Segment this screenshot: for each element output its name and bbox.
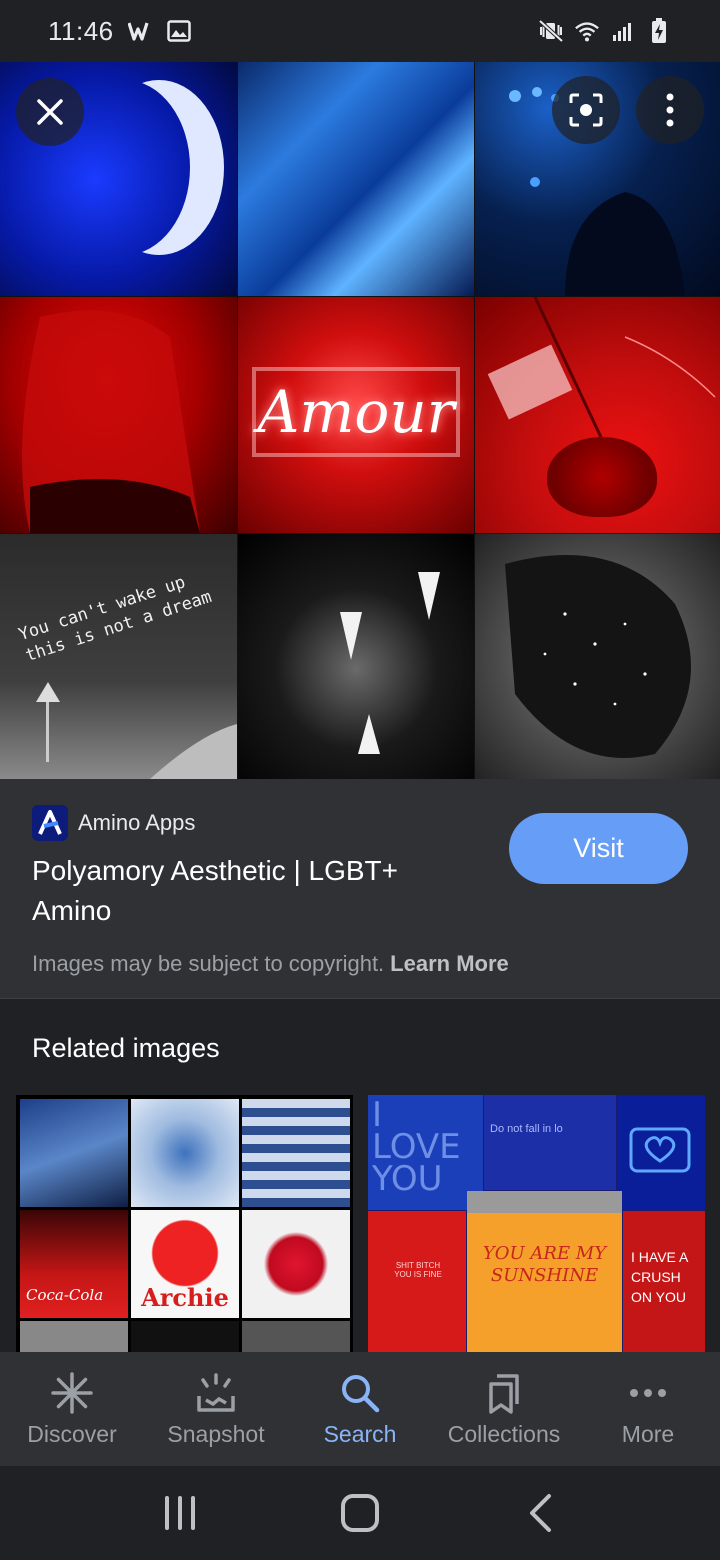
w-app-icon [127,18,154,44]
mini-sunshine: YOU ARE MY SUNSHINE [467,1191,622,1352]
mini-crush: I HAVE A CRUSH ON YOU [623,1211,705,1352]
home-icon [341,1494,379,1532]
cola-label: Coca-Cola [26,1286,104,1304]
related-image-2[interactable]: I LOVE YOU Do not fall in lo SHIT BITCH … [368,1095,705,1352]
neon-sign-text: Amour [252,367,460,457]
archie-label: Archie [141,1283,229,1312]
lens-icon [569,93,603,127]
more-vert-icon [666,93,674,127]
recents-icon [165,1496,195,1530]
status-bar: 11:46 [0,0,720,62]
bear-text: SHIT BITCH YOU IS FINE [394,1261,442,1279]
signal-icon [610,18,636,44]
wifi-icon [574,18,600,44]
mini-cola: Coca-Cola [20,1210,128,1318]
mini-love-you: I LOVE YOU [368,1095,483,1210]
visit-button[interactable]: Visit [509,813,688,884]
status-right-icons [538,18,672,44]
love-line3: YOU [372,1159,443,1199]
result-info-panel: Amino Apps Polyamory Aesthetic | LGBT+ A… [0,779,720,999]
status-time: 11:46 [48,15,114,46]
back-button[interactable] [510,1483,570,1543]
battery-charging-icon [646,18,672,44]
nav-snapshot[interactable]: Snapshot [144,1352,288,1466]
nav-label-collections: Collections [447,1420,561,1447]
nav-label-snapshot: Snapshot [167,1420,265,1447]
fall-text: Do not fall in lo [490,1123,563,1135]
fang-left [340,612,362,660]
mini-red-bear: SHIT BITCH YOU IS FINE [368,1211,466,1352]
sunshine-text: YOU ARE MY SUNSHINE [482,1243,607,1286]
source-name: Amino Apps [78,810,196,835]
mini-bw-2 [131,1321,239,1352]
collage-tile-red-figure [0,297,237,533]
search-icon [338,1371,382,1415]
bottom-navigation: Discover Snapshot Search Collections Mor… [0,1352,720,1466]
more-horiz-icon [626,1371,670,1415]
source-row[interactable]: Amino Apps [32,805,195,841]
system-navigation-bar [0,1466,720,1560]
back-icon [530,1494,551,1532]
bookmarks-icon [482,1371,526,1415]
nav-search[interactable]: Search [288,1352,432,1466]
collage-tile-dream-road: You can't wake up this is not a dream [0,534,237,779]
copyright-text: Images may be subject to copyright. [32,951,385,976]
copyright-notice: Images may be subject to copyright. Learn… [32,951,509,977]
mini-car [20,1099,128,1207]
fang-right [418,572,440,620]
collage-tile-amour-neon: Amour [238,297,474,533]
learn-more-link[interactable]: Learn More [390,951,509,976]
related-images-section: Related images Coca-Cola Archie I LOVE Y… [0,999,720,1352]
mini-archie: Archie [131,1210,239,1318]
related-image-1[interactable]: Coca-Cola Archie [16,1095,353,1352]
nav-label-search: Search [323,1420,397,1447]
close-icon [37,99,63,125]
mini-gingham [242,1099,350,1207]
nav-collections[interactable]: Collections [432,1352,576,1466]
gallery-icon [166,18,192,44]
rose-flower [547,437,657,517]
mini-bw-3 [242,1321,350,1352]
red-figure-shape [22,310,200,533]
close-button[interactable] [16,78,84,146]
road-sign-shape [36,682,237,779]
fang-bottom [358,714,380,754]
recents-button[interactable] [150,1483,210,1543]
status-left-icons [127,18,192,44]
mini-fall-text: Do not fall in lo [484,1095,616,1190]
home-button[interactable] [330,1483,390,1543]
mini-lips [242,1210,350,1318]
mini-neon-heart [617,1095,705,1210]
nav-discover[interactable]: Discover [0,1352,144,1466]
snapshot-icon [194,1371,238,1415]
result-title[interactable]: Polyamory Aesthetic | LGBT+ Amino [32,851,472,931]
collage-tile-rose [475,297,720,533]
nav-more[interactable]: More [576,1352,720,1466]
asterisk-icon [50,1371,94,1415]
crush-text: I HAVE A CRUSH ON YOU [631,1249,688,1305]
collage-tile-ocean [238,62,474,296]
mini-bw-1 [20,1321,128,1352]
related-heading: Related images [32,1033,220,1063]
collage-tile-fangs [238,534,474,779]
nav-label-discover: Discover [27,1420,117,1447]
amino-logo-icon [32,805,68,841]
more-options-button[interactable] [636,76,704,144]
lens-button[interactable] [552,76,620,144]
image-preview[interactable]: Amour You can't wake up this is not a dr… [0,62,720,779]
glitter-hands-shape [505,555,691,758]
mini-heart-clouds [131,1099,239,1207]
mute-vibrate-icon [538,18,564,44]
collage-tile-glitter-hands [475,534,720,779]
nav-label-more: More [621,1420,675,1447]
